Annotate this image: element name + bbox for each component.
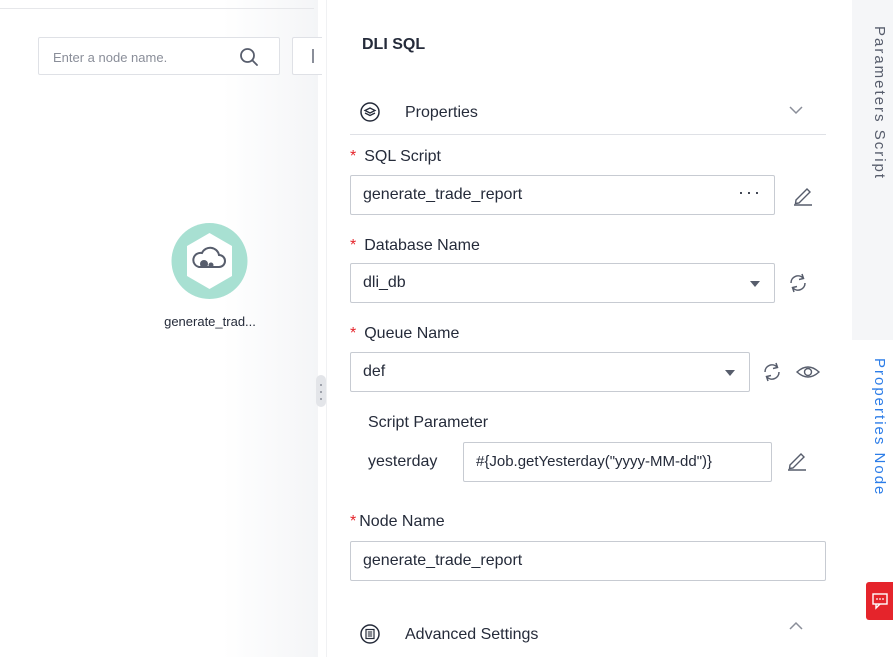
node-name-value: generate_trade_report <box>363 552 523 569</box>
dli-sql-node-icon <box>171 223 248 299</box>
eye-icon[interactable] <box>795 361 821 383</box>
feedback-icon <box>872 593 888 610</box>
queue-name-label-text: Queue Name <box>364 325 460 342</box>
tab-parameters-script[interactable]: Parameters Script <box>856 26 888 180</box>
canvas-divider <box>0 8 314 9</box>
refresh-icon[interactable] <box>787 272 809 294</box>
node-search-input[interactable] <box>51 46 235 68</box>
panel-title: DLI SQL <box>362 36 426 53</box>
refresh-icon[interactable] <box>761 361 783 383</box>
dropdown-caret-icon <box>725 370 735 376</box>
node-label[interactable]: generate_trad... <box>140 314 280 329</box>
queue-name-value: def <box>363 363 386 380</box>
required-mark: * <box>350 325 357 342</box>
advanced-settings-section-header[interactable]: Advanced Settings <box>350 616 826 656</box>
sql-script-label: * SQL Script <box>350 148 441 166</box>
node-name-label-text: Node Name <box>359 513 445 530</box>
sql-script-value: generate_trade_report <box>363 186 523 203</box>
panel-resize-handle[interactable] <box>316 375 326 407</box>
node-search-box[interactable] <box>38 37 280 75</box>
database-name-label-text: Database Name <box>364 237 480 254</box>
properties-section-title: Properties <box>405 104 478 121</box>
toolbar-button-glyph <box>312 49 314 63</box>
edit-icon[interactable] <box>786 449 808 471</box>
layers-icon <box>360 102 380 122</box>
script-parameter-label: Script Parameter <box>368 414 489 431</box>
feedback-button[interactable] <box>866 582 893 620</box>
edit-icon[interactable] <box>792 184 814 206</box>
panel-divider <box>326 0 327 657</box>
search-icon[interactable] <box>239 47 259 67</box>
database-name-value: dli_db <box>363 274 406 291</box>
dropdown-caret-icon <box>750 281 760 287</box>
tab-properties-node[interactable]: Properties Node <box>856 358 888 496</box>
chevron-up-icon[interactable] <box>788 618 804 634</box>
workflow-node[interactable] <box>171 223 248 299</box>
sql-script-field[interactable]: generate_trade_report ··· <box>350 175 775 215</box>
parameter-value-field[interactable]: #{Job.getYesterday("yyyy-MM-dd")} <box>463 442 772 482</box>
parameter-value: #{Job.getYesterday("yyyy-MM-dd")} <box>476 453 713 470</box>
queue-name-select[interactable]: def <box>350 352 750 392</box>
queue-name-label: * Queue Name <box>350 325 459 343</box>
node-name-input[interactable]: generate_trade_report <box>350 541 826 581</box>
properties-section-header[interactable]: Properties <box>350 94 826 135</box>
canvas-toolbar-button[interactable] <box>292 37 322 75</box>
parameter-name: yesterday <box>368 453 438 470</box>
node-name-label: * Node Name <box>350 513 445 531</box>
chevron-down-icon[interactable] <box>788 102 804 118</box>
required-mark: * <box>350 148 357 165</box>
database-name-label: * Database Name <box>350 237 480 255</box>
advanced-settings-icon <box>360 624 380 644</box>
sql-script-label-text: SQL Script <box>364 148 441 165</box>
required-mark: * <box>350 237 357 254</box>
required-mark: * <box>350 513 357 530</box>
more-options-button[interactable]: ··· <box>738 182 762 203</box>
database-name-select[interactable]: dli_db <box>350 263 775 303</box>
workflow-canvas[interactable]: generate_trad... <box>0 0 322 657</box>
advanced-settings-title: Advanced Settings <box>405 626 539 643</box>
